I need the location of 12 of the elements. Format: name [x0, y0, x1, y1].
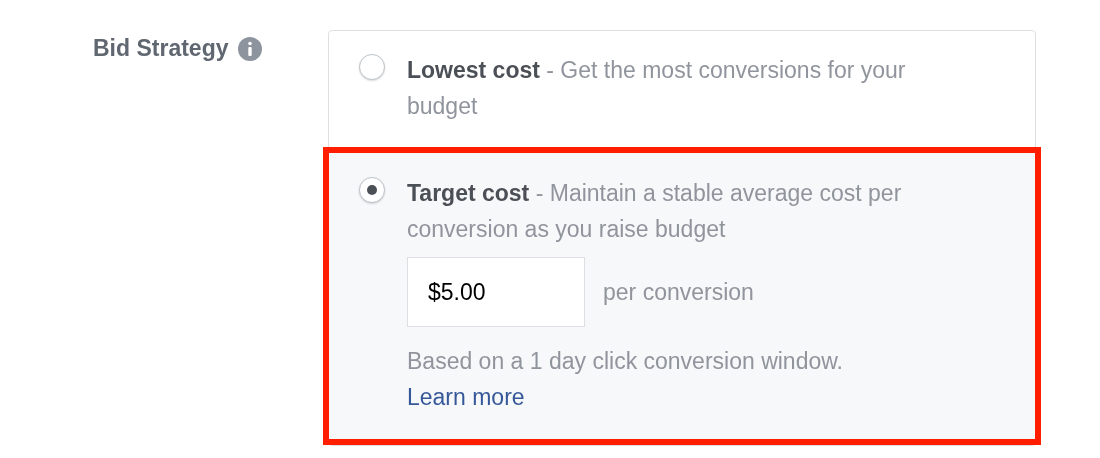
radio-button[interactable]: [359, 54, 385, 80]
option-text: Lowest cost - Get the most conversions for your budget: [407, 56, 907, 121]
field-label: Bid Strategy: [93, 35, 229, 62]
note-text: Based on a 1 day click conversion window.: [407, 347, 843, 376]
learn-more-link[interactable]: Learn more: [407, 379, 525, 415]
radio-button[interactable]: [359, 177, 385, 203]
amount-field[interactable]: $5.00: [407, 257, 585, 327]
info-icon[interactable]: [238, 37, 263, 61]
bid-option[interactable]: Lowest cost - Get the most conversions for your budget: [323, 30, 1041, 148]
unit-text: per conversion: [603, 278, 754, 307]
option-text: Target cost - Maintain a stable average cost per conversion as you raise budget: [407, 179, 903, 244]
bid-option[interactable]: Target cost - Maintain a stable average cost per conversion as you raise budget $5.00 per conversion Based on a 1 day click conversion window. Learn more: [323, 147, 1041, 445]
